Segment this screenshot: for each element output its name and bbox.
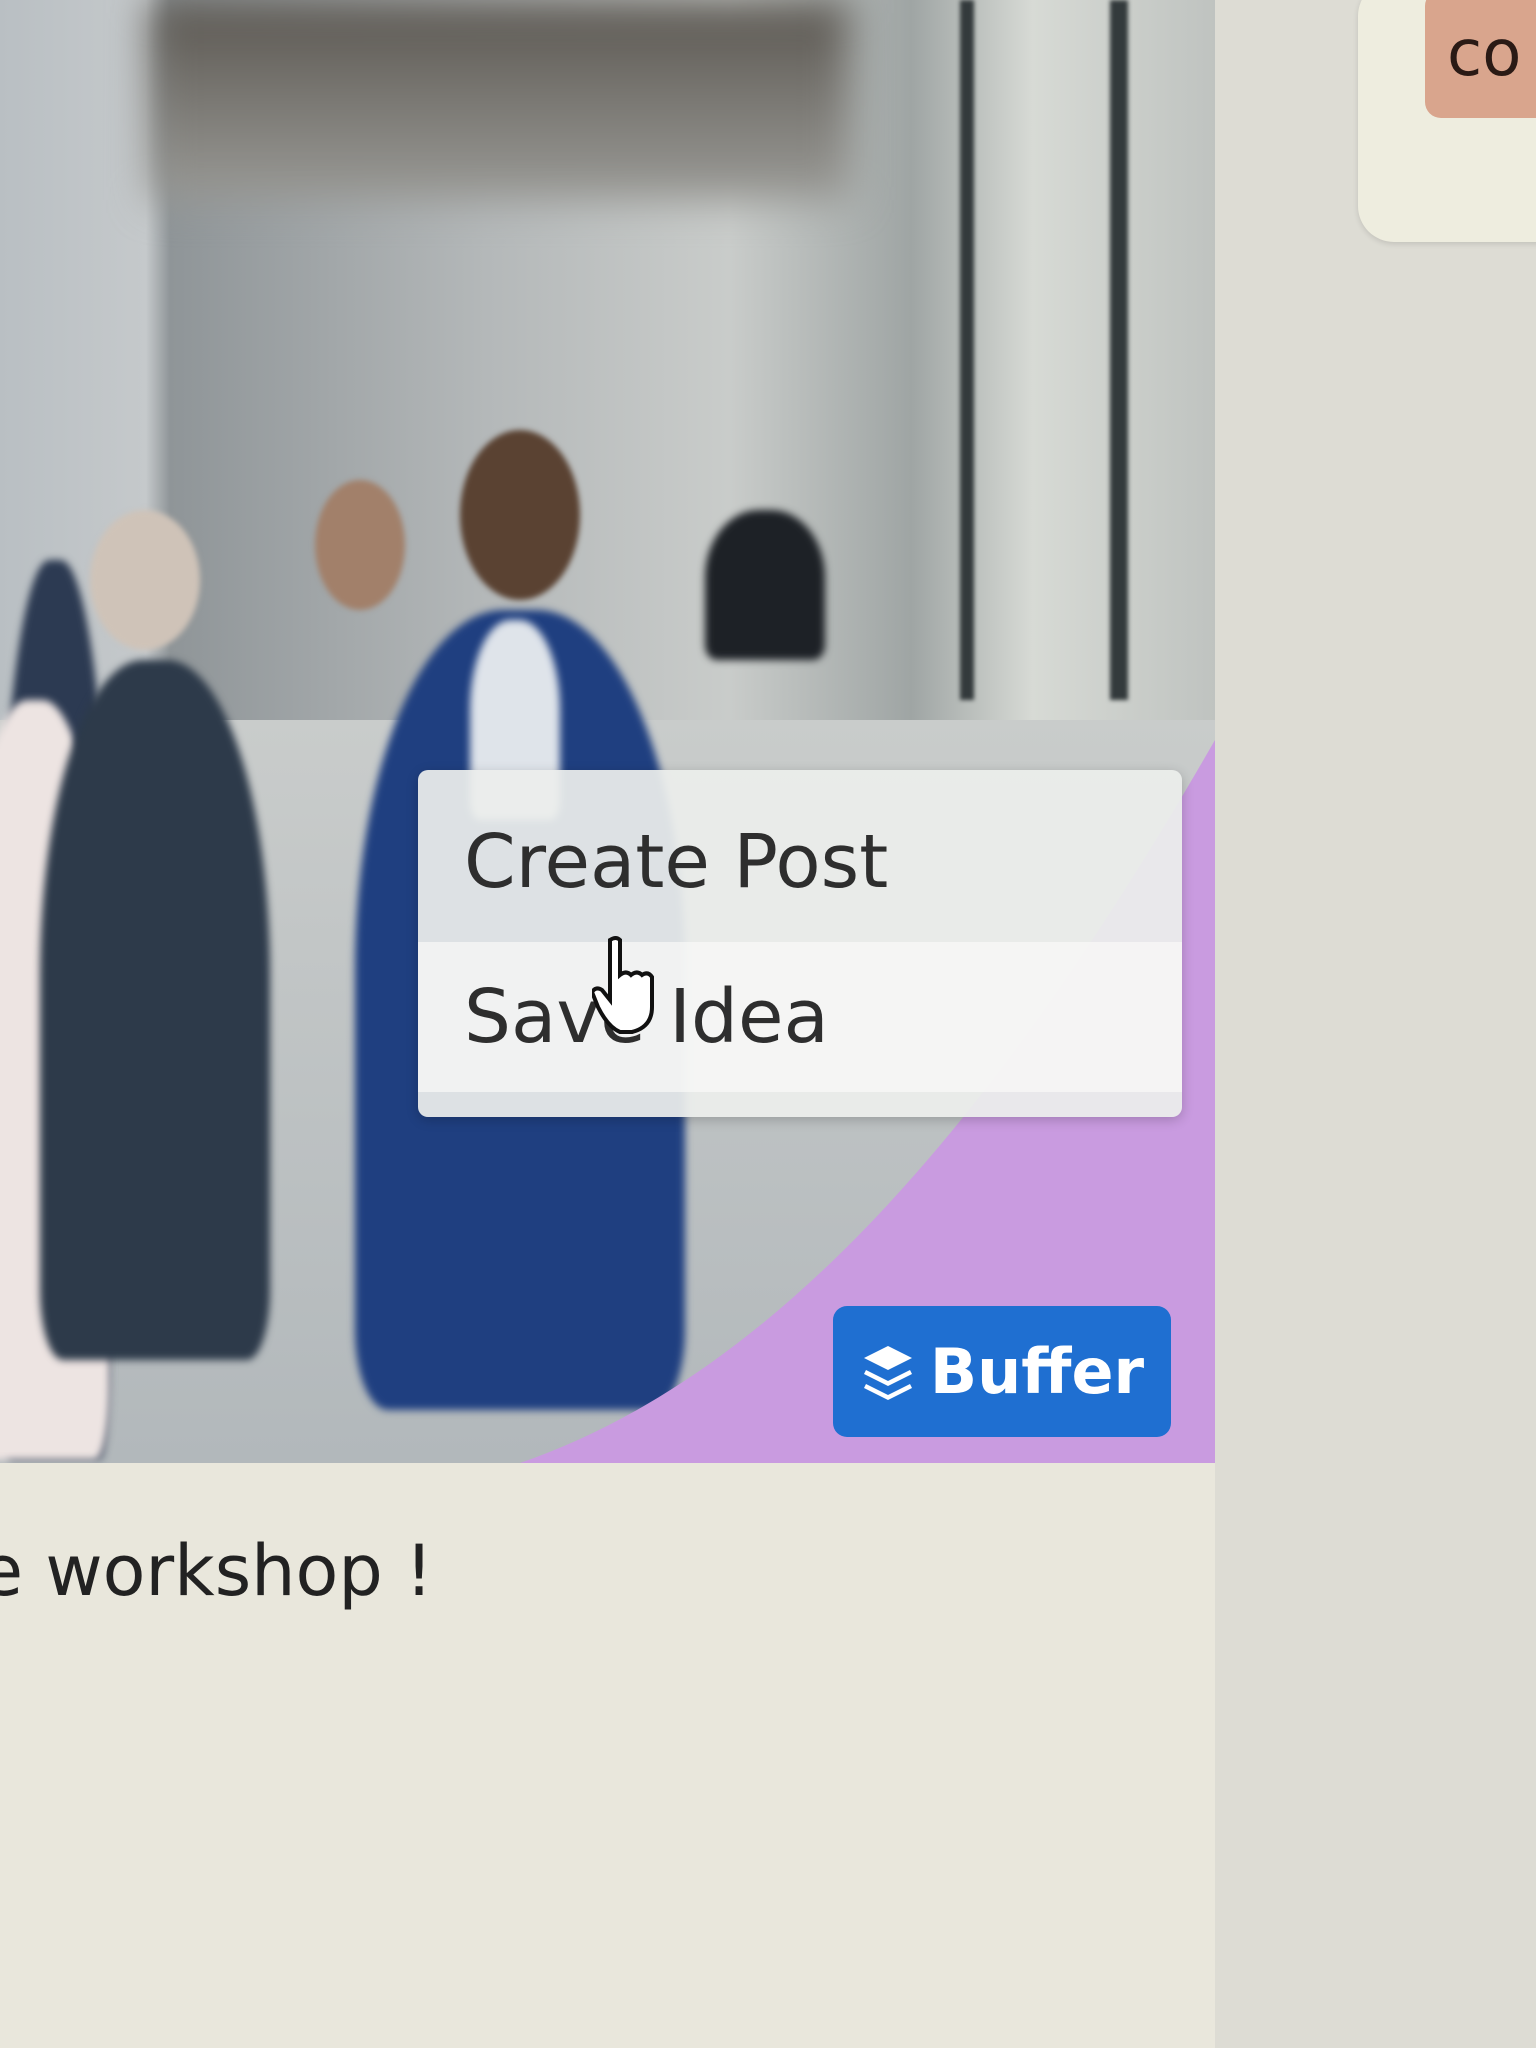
purple-overlay	[520, 740, 1215, 1463]
post-caption: e workshop !	[0, 1530, 434, 1612]
buffer-button-label: Buffer	[929, 1335, 1145, 1408]
hand-cursor-icon	[592, 936, 654, 1034]
post-image	[0, 0, 1215, 1463]
buffer-layers-icon	[863, 1345, 912, 1400]
menu-item-create-post[interactable]: Create Post	[418, 787, 1182, 937]
side-card-button[interactable]: co	[1425, 0, 1536, 118]
right-column	[1215, 0, 1536, 2048]
menu-item-save-idea[interactable]: Save Idea	[418, 942, 1182, 1092]
buffer-button[interactable]: Buffer	[833, 1306, 1171, 1437]
context-menu: Create Post Save Idea	[418, 770, 1182, 1117]
